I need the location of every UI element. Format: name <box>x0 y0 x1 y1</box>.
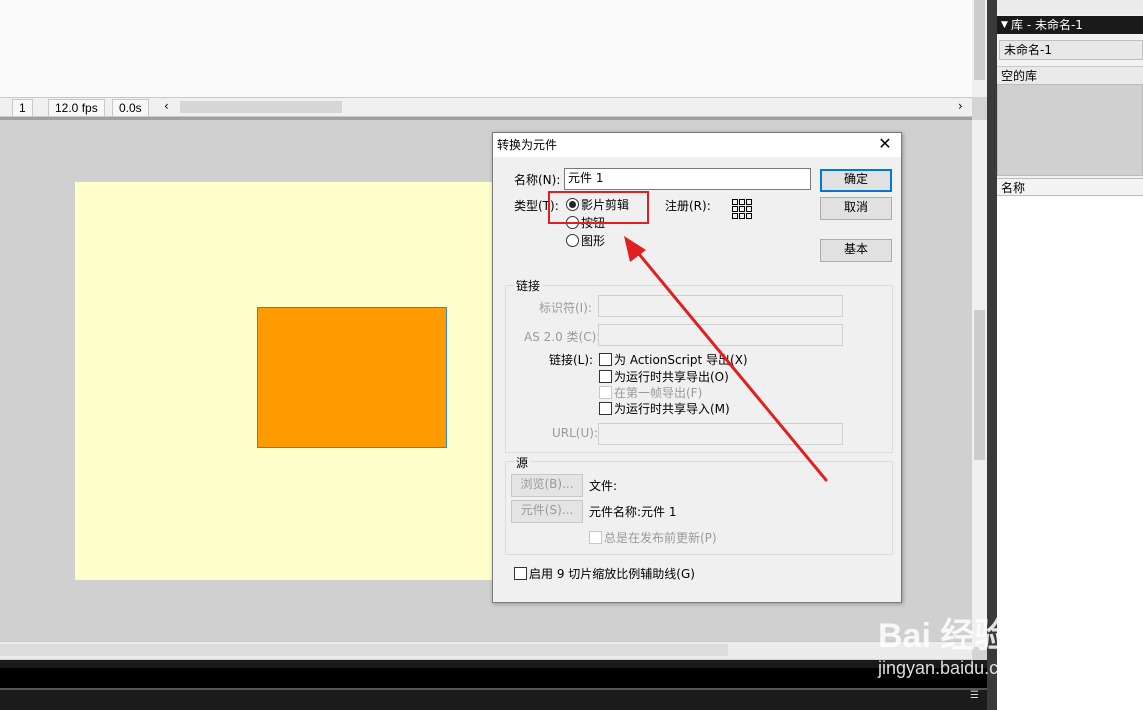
linkage-label: 链接(L): <box>549 353 594 367</box>
ok-button[interactable]: 确定 <box>820 169 892 192</box>
url-label: URL(U): <box>552 426 598 440</box>
symbol-source-button: 元件(S)... <box>511 500 583 523</box>
scroll-thumb[interactable] <box>0 644 728 656</box>
annotation-arrow <box>624 236 828 482</box>
close-icon[interactable]: ✕ <box>875 135 895 155</box>
symbol-name-input[interactable]: 元件 1 <box>564 168 811 190</box>
always-update-checkbox <box>589 531 602 544</box>
registration-grid-icon[interactable] <box>732 199 752 219</box>
scroll-thumb[interactable] <box>974 0 985 80</box>
timeline-panel <box>0 0 972 97</box>
watermark-logo: Bai 经验 <box>878 617 1009 655</box>
registration-label: 注册(R): <box>665 199 711 213</box>
timeline-status-bar: 1 12.0 fps 0.0s ‹ › <box>0 97 972 117</box>
browse-button: 浏览(B)... <box>511 474 583 497</box>
dialog-title: 转换为元件 <box>493 133 901 157</box>
library-document-select[interactable]: 未命名-1 <box>999 40 1143 60</box>
identifier-label: 标识符(I): <box>539 301 592 315</box>
panel-divider <box>0 660 990 668</box>
always-update-label: 总是在发布前更新(P) <box>604 531 717 545</box>
elapsed-time-field: 0.0s <box>112 99 149 117</box>
collapse-triangle-icon[interactable]: ▼ <box>1001 16 1008 34</box>
library-name-column-header[interactable]: 名称 <box>997 178 1143 196</box>
library-empty-label: 空的库 <box>997 66 1143 84</box>
as2-class-label: AS 2.0 类(C): <box>524 330 601 344</box>
panel-toolbar <box>997 0 1143 14</box>
panel-menu-icon[interactable]: ☰ <box>970 690 979 701</box>
current-frame-field[interactable]: 1 <box>12 99 33 117</box>
stage-horizontal-scrollbar[interactable] <box>0 641 972 659</box>
source-section-title: 源 <box>514 454 531 471</box>
library-preview <box>997 84 1143 176</box>
annotation-highlight-box <box>548 191 649 224</box>
library-panel-header[interactable]: ▼ 库 - 未命名-1 <box>997 16 1143 34</box>
stage-vertical-scrollbar[interactable] <box>972 120 987 647</box>
collapsed-panel-bar[interactable] <box>0 668 990 688</box>
frame-rate-field[interactable]: 12.0 fps <box>48 99 105 117</box>
watermark-url: jingyan.baidu.com <box>878 658 1024 678</box>
timeline-horizontal-scroll-thumb[interactable] <box>180 101 342 113</box>
scroll-thumb[interactable] <box>974 310 985 460</box>
nine-slice-checkbox[interactable] <box>514 567 527 580</box>
library-title: 库 - 未命名-1 <box>1011 18 1083 32</box>
type-graphic-radio[interactable] <box>566 234 579 247</box>
cancel-button[interactable]: 取消 <box>820 197 892 220</box>
baidu-jingyan-watermark: Bai 经验 jingyan.baidu.com <box>870 590 1090 690</box>
timeline-vertical-scrollbar[interactable] <box>972 0 987 97</box>
selected-rectangle-shape[interactable] <box>257 307 447 448</box>
collapsed-panel-bar[interactable] <box>0 688 990 710</box>
name-label: 名称(N): <box>514 173 561 187</box>
nine-slice-label[interactable]: 启用 9 切片缩放比例辅助线(G) <box>529 565 695 582</box>
scroll-left-icon[interactable]: ‹ <box>164 99 169 113</box>
scroll-right-icon[interactable]: › <box>958 99 963 113</box>
linkage-section-title: 链接 <box>514 277 543 294</box>
source-symbol-name: 元件名称:元件 1 <box>589 505 677 519</box>
